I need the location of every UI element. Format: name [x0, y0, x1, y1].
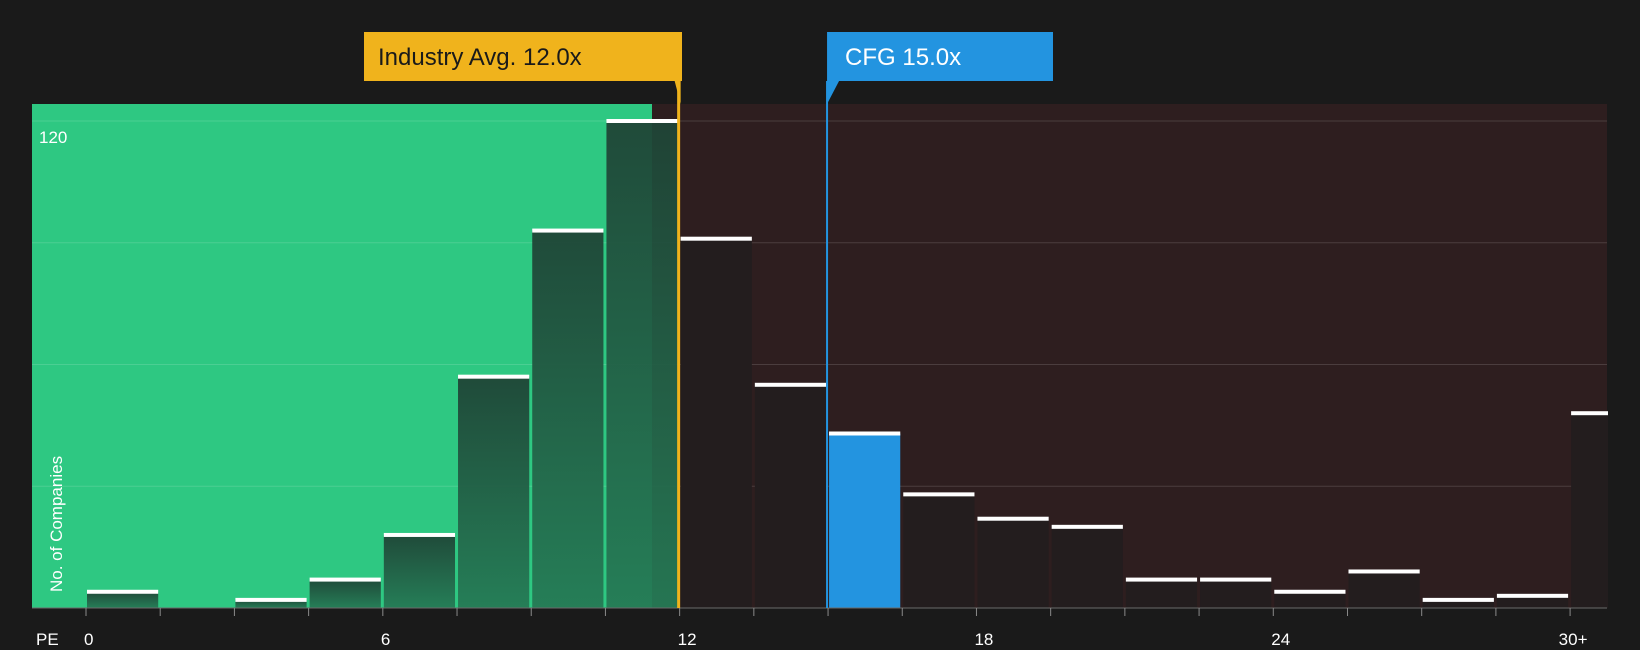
- bar-cap-16: [1274, 589, 1346, 594]
- bar-cap-15: [1200, 577, 1272, 582]
- x-tick-label-2: 12: [678, 630, 697, 649]
- bar-9: [754, 384, 827, 608]
- bar-cap-14: [1125, 577, 1198, 582]
- bar-cap-19: [1496, 593, 1569, 598]
- bar-12: [977, 518, 1049, 608]
- bar-cap-12: [977, 516, 1049, 521]
- bar-11: [903, 494, 975, 608]
- bar-cap-2: [235, 597, 307, 602]
- bar-4: [383, 534, 456, 608]
- bar-cap-6: [532, 228, 604, 233]
- bar-cap-0: [87, 589, 159, 594]
- bar-cap-7: [606, 119, 678, 123]
- bar-cap-20: [1571, 411, 1608, 416]
- y-axis-label: No. of Companies: [47, 456, 66, 592]
- bar-cap-3: [309, 577, 381, 582]
- bar-cap-17: [1348, 569, 1420, 574]
- bar-7: [606, 121, 678, 608]
- bar-15: [1200, 579, 1272, 608]
- bar-cap-18: [1422, 597, 1494, 602]
- x-axis: 0 6 12 18 24 30+: [32, 607, 1607, 649]
- bar-10: [829, 433, 901, 608]
- bar-cap-9: [754, 382, 827, 387]
- pe-histogram-chart: 0 6 12 18 24 30+ 120 No. of Companies PE Indu…: [32, 32, 1608, 649]
- y-tick-label-120: 120: [39, 128, 67, 147]
- bar-5: [458, 376, 530, 608]
- company-label: CFG 15.0x: [845, 44, 961, 71]
- bar-8: [680, 238, 752, 609]
- bar-0: [87, 591, 159, 608]
- x-axis-label: PE: [36, 630, 59, 649]
- x-tick-label-5: 30+: [1559, 630, 1588, 649]
- bar-cap-11: [903, 492, 975, 497]
- bar-16: [1274, 591, 1346, 608]
- bar-14: [1125, 579, 1198, 608]
- bar-3: [309, 579, 381, 608]
- bar-6: [532, 230, 604, 608]
- bar-cap-10: [829, 431, 901, 436]
- x-tick-label-1: 6: [381, 630, 390, 649]
- x-tick-label-3: 18: [974, 630, 993, 649]
- bar-cap-13: [1051, 524, 1123, 529]
- bar-17: [1348, 571, 1420, 608]
- bar-cap-5: [458, 374, 530, 379]
- bar-cap-4: [383, 532, 456, 537]
- x-tick-label-4: 24: [1271, 630, 1290, 649]
- bar-20: [1571, 413, 1608, 608]
- industry-average-label: Industry Avg. 12.0x: [378, 44, 582, 71]
- bar-13: [1051, 526, 1123, 608]
- bar-cap-8: [680, 236, 752, 241]
- x-tick-label-0: 0: [84, 630, 93, 649]
